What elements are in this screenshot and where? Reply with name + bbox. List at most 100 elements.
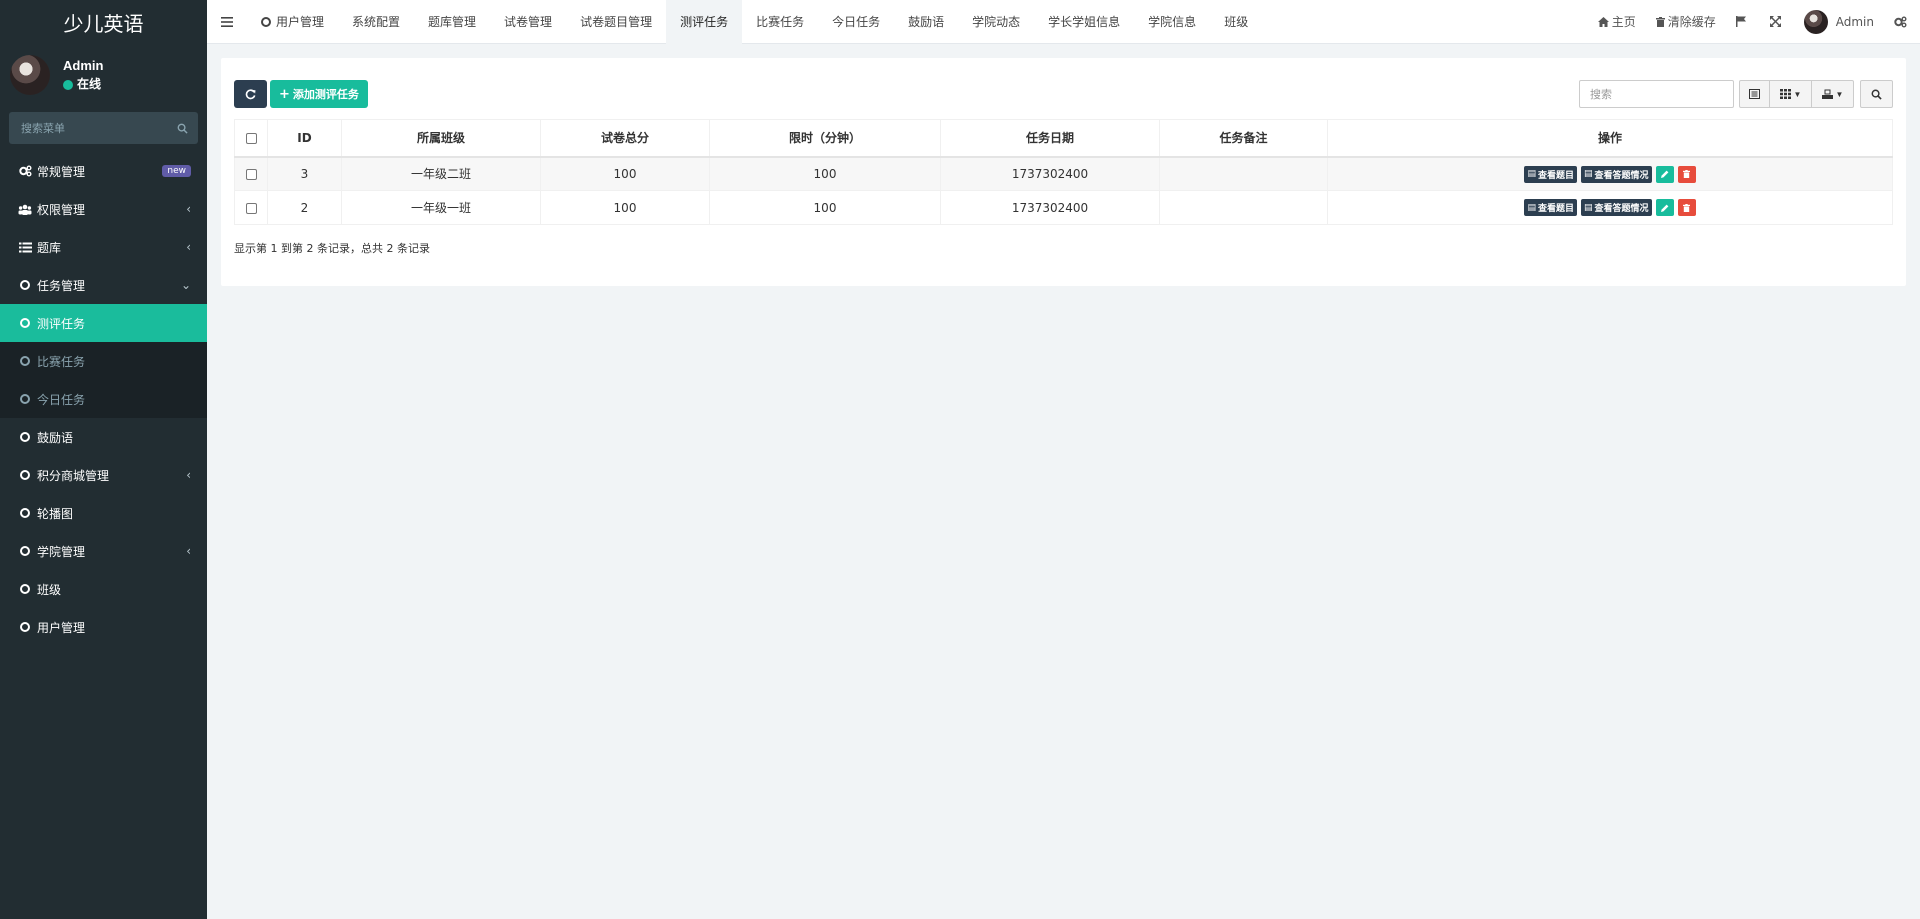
circle-o-icon: [18, 508, 32, 518]
avatar: [1803, 9, 1828, 34]
column-header-time-limit[interactable]: 限时（分钟）: [709, 119, 941, 158]
tab-competition-task[interactable]: 比赛任务: [742, 0, 818, 44]
cell-task-note: [1159, 156, 1328, 191]
cell-class: 一年级二班: [341, 156, 541, 191]
cell-operations: ▤ 查看题目 ▤ 查看答题情况: [1327, 156, 1893, 191]
cell-id: 3: [267, 156, 342, 191]
select-all-cell: [234, 119, 268, 158]
sidebar-item-question-bank[interactable]: 题库 ‹: [0, 228, 207, 266]
cell-id: 2: [267, 190, 342, 225]
sidebar-item-user-management[interactable]: 用户管理: [0, 608, 207, 646]
edit-button[interactable]: [1655, 165, 1674, 183]
toggle-view-button[interactable]: [1739, 80, 1770, 108]
circle-o-icon: [261, 16, 271, 27]
sidebar-item-class[interactable]: 班级: [0, 570, 207, 608]
sidebar-menu: 常规管理 new 权限管理 ‹ 题库 ‹ 任务管理 ⌄ 测评任务 比赛任务 今日…: [0, 152, 207, 646]
circle-o-icon: [18, 280, 32, 290]
export-dropdown-button[interactable]: ▼: [1811, 80, 1854, 108]
search-button[interactable]: [1860, 80, 1893, 108]
plus-icon: +: [279, 86, 290, 102]
settings-gears-icon[interactable]: [1884, 0, 1920, 44]
columns-dropdown-button[interactable]: ▼: [1769, 80, 1812, 108]
tab-user-management[interactable]: 用户管理: [247, 0, 338, 44]
tab-daily-task[interactable]: 今日任务: [818, 0, 894, 44]
circle-o-icon: [18, 622, 32, 632]
list-icon: ▤: [1584, 169, 1593, 179]
circle-o-icon: [18, 318, 32, 328]
refresh-icon: [245, 88, 256, 99]
online-dot-icon: [63, 79, 73, 90]
user-menu[interactable]: Admin: [1794, 0, 1884, 44]
sidebar-item-carousel[interactable]: 轮播图: [0, 494, 207, 532]
view-questions-button[interactable]: ▤ 查看题目: [1524, 199, 1577, 217]
tab-question-bank[interactable]: 题库管理: [414, 0, 490, 44]
delete-button[interactable]: [1677, 165, 1696, 183]
tab-paper-questions[interactable]: 试卷题目管理: [566, 0, 666, 44]
circle-o-icon: [18, 584, 32, 594]
sidebar-item-task-management[interactable]: 任务管理 ⌄: [0, 266, 207, 304]
column-header-task-note[interactable]: 任务备注: [1159, 119, 1328, 158]
trash-icon: [1655, 16, 1665, 27]
column-header-task-date[interactable]: 任务日期: [940, 119, 1160, 158]
table-header-row: ID 所属班级 试卷总分 限时（分钟） 任务日期 任务备注 操作: [234, 119, 1893, 158]
delete-button[interactable]: [1677, 199, 1696, 217]
circle-o-icon: [18, 546, 32, 556]
edit-button[interactable]: [1655, 199, 1674, 217]
header-right: 主页 清除缓存 Admin: [1588, 0, 1920, 44]
search-icon[interactable]: [177, 123, 188, 134]
sidebar-search-input[interactable]: [21, 121, 161, 135]
tab-paper-management[interactable]: 试卷管理: [490, 0, 566, 44]
tab-college-news[interactable]: 学院动态: [958, 0, 1034, 44]
chevron-left-icon: ‹: [186, 240, 191, 254]
menu-toggle-icon[interactable]: [207, 0, 247, 44]
cell-task-date: 1737302400: [940, 190, 1160, 225]
table-search-input[interactable]: [1579, 80, 1734, 108]
caret-down-icon: ▼: [1835, 89, 1844, 99]
home-link[interactable]: 主页: [1588, 0, 1646, 44]
table-row: 2 一年级一班 100 100 1737302400 ▤ 查看题目 ▤ 查看答题情况: [234, 190, 1893, 225]
chevron-down-icon: ⌄: [180, 278, 191, 292]
row-checkbox[interactable]: [245, 202, 257, 214]
view-answers-button[interactable]: ▤ 查看答题情况: [1581, 199, 1652, 217]
user-name: Admin: [63, 58, 104, 73]
cell-class: 一年级一班: [341, 190, 541, 225]
sidebar-item-permissions[interactable]: 权限管理 ‹: [0, 190, 207, 228]
pencil-icon: [1660, 170, 1668, 178]
list-icon: ▤: [1527, 169, 1536, 179]
sidebar-item-encouragement[interactable]: 鼓励语: [0, 418, 207, 456]
app-logo[interactable]: 少儿英语: [0, 0, 207, 44]
sidebar-item-points-mall[interactable]: 积分商城管理 ‹: [0, 456, 207, 494]
view-answers-button[interactable]: ▤ 查看答题情况: [1581, 165, 1652, 183]
circle-o-icon: [18, 394, 32, 404]
clear-cache-button[interactable]: 清除缓存: [1646, 0, 1726, 44]
sidebar-item-competition-task[interactable]: 比赛任务: [0, 342, 207, 380]
task-submenu: 测评任务 比赛任务 今日任务: [0, 304, 207, 418]
sidebar-item-college-management[interactable]: 学院管理 ‹: [0, 532, 207, 570]
tab-system-config[interactable]: 系统配置: [338, 0, 414, 44]
tab-encouragement[interactable]: 鼓励语: [894, 0, 958, 44]
card-view-icon: [1749, 89, 1760, 99]
tab-college-info[interactable]: 学院信息: [1134, 0, 1210, 44]
home-icon: [1597, 16, 1609, 27]
row-checkbox[interactable]: [245, 168, 257, 180]
sidebar-item-general[interactable]: 常规管理 new: [0, 152, 207, 190]
sidebar-item-daily-task[interactable]: 今日任务: [0, 380, 207, 418]
column-header-total-score[interactable]: 试卷总分: [540, 119, 710, 158]
chevron-left-icon: ‹: [186, 544, 191, 558]
column-header-id[interactable]: ID: [267, 119, 342, 158]
sidebar-search: [9, 112, 198, 144]
refresh-button[interactable]: [234, 80, 267, 108]
circle-o-icon: [18, 470, 32, 480]
add-assessment-task-button[interactable]: + 添加测评任务: [270, 80, 368, 108]
sidebar-item-assessment-task[interactable]: 测评任务: [0, 304, 207, 342]
tab-assessment-task[interactable]: 测评任务: [666, 0, 743, 44]
select-all-checkbox[interactable]: [245, 132, 257, 144]
tab-class[interactable]: 班级: [1210, 0, 1262, 44]
view-questions-button[interactable]: ▤ 查看题目: [1524, 165, 1577, 183]
language-flag-icon[interactable]: [1726, 0, 1760, 44]
nav-tabs: 用户管理 系统配置 题库管理 试卷管理 试卷题目管理 测评任务 比赛任务 今日任…: [247, 0, 1262, 44]
tab-senior-info[interactable]: 学长学姐信息: [1034, 0, 1134, 44]
fullscreen-icon[interactable]: [1760, 0, 1794, 44]
list-icon: ▤: [1527, 202, 1536, 213]
column-header-class[interactable]: 所属班级: [341, 119, 541, 158]
